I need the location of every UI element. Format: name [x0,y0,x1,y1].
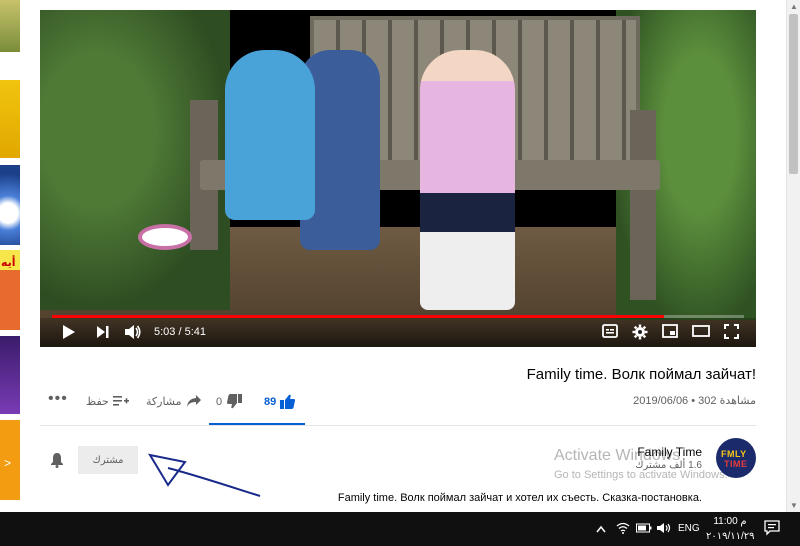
video-player[interactable]: 5:03 / 5:41 [40,10,756,347]
subscriber-count: 1.6 ألف مشترك [635,460,702,471]
input-language-indicator[interactable]: ENG [678,523,700,534]
scene-plate [138,224,192,250]
like-count: 89 [264,395,277,408]
thumbs-down-icon [227,394,243,409]
subscribe-button[interactable]: مشترك [78,446,138,474]
fullscreen-icon[interactable] [724,324,739,339]
thumbnail-text: > [4,456,12,470]
recommendation-thumbnail[interactable] [0,165,20,245]
like-button[interactable]: 89 [264,394,296,409]
page-scrollbar[interactable]: ▲ ▼ [786,0,800,512]
clock-date[interactable]: ٢٠١٩/١١/٢٩ [706,531,755,542]
scene-bench-leg [630,110,656,300]
dislike-button[interactable]: 0 [216,394,243,409]
speaker-icon[interactable] [656,522,672,537]
video-meta: 302 مشاهدة • 2019/06/06 [633,394,756,407]
scrollbar-thumb[interactable] [789,14,798,174]
miniplayer-icon[interactable] [662,324,678,338]
view-count: 302 مشاهدة [698,395,756,407]
volume-icon[interactable] [124,324,142,340]
scene-child [225,50,315,220]
upload-date: 2019/06/06 [633,395,689,407]
subtitles-icon[interactable] [602,324,618,338]
scroll-down-arrow-icon[interactable]: ▼ [790,501,798,510]
theater-mode-icon[interactable] [692,324,710,338]
recommendation-thumbnail[interactable] [0,336,20,414]
meta-separator: • [691,395,696,407]
action-center-icon[interactable] [764,520,780,541]
avatar-logo-text: TIME [724,459,748,469]
clock-time[interactable]: 11:00 م [710,516,750,527]
recommendation-thumbnail[interactable] [0,80,20,158]
video-title: Family time. Волк поймал зайчат! [526,366,756,383]
video-description: Family time. Волк поймал зайчат и хотел … [337,492,702,504]
settings-gear-icon[interactable] [632,324,648,340]
show-hidden-icons-chevron-icon[interactable] [596,522,606,536]
windows-taskbar: ENG 11:00 م ٢٠١٩/١١/٢٩ [0,512,800,546]
thumbnail-text: أيه [1,257,16,269]
avatar-logo-text: FMLY [721,449,747,459]
play-icon[interactable] [62,324,76,340]
recommendations-sidebar: أيه > [0,0,22,512]
save-button[interactable]: حفظ [86,394,129,408]
scroll-up-arrow-icon[interactable]: ▲ [790,2,798,11]
dislike-count: 0 [216,395,223,408]
battery-icon[interactable] [636,522,652,536]
share-label: مشاركة [146,395,182,408]
recommendation-thumbnail[interactable]: > [0,420,20,500]
next-icon[interactable] [96,324,110,340]
share-arrow-icon [186,395,201,407]
recommendation-thumbnail[interactable] [0,0,20,52]
channel-avatar[interactable]: FMLY TIME [716,438,756,478]
hand-drawn-arrow-annotation [147,453,261,497]
thumbs-up-icon [280,394,296,409]
player-controls: 5:03 / 5:41 [40,318,756,347]
scene-child [420,50,515,310]
save-label: حفظ [86,395,109,408]
share-button[interactable]: مشاركة [146,394,202,408]
recommendation-thumbnail[interactable] [0,270,20,330]
time-display: 5:03 / 5:41 [154,326,206,338]
video-frame [40,10,756,347]
notification-bell-icon[interactable] [50,452,64,473]
add-to-playlist-icon [112,396,129,406]
wifi-icon[interactable] [616,522,630,537]
screen: أيه > ▲ ▼ 5:03 / 5:41 Family time. Волк … [0,0,800,546]
channel-name[interactable]: Family Time [637,445,702,459]
section-divider [40,425,756,426]
video-actions: ••• حفظ مشاركة 0 89 [48,390,308,414]
more-actions-icon[interactable]: ••• [48,390,68,408]
